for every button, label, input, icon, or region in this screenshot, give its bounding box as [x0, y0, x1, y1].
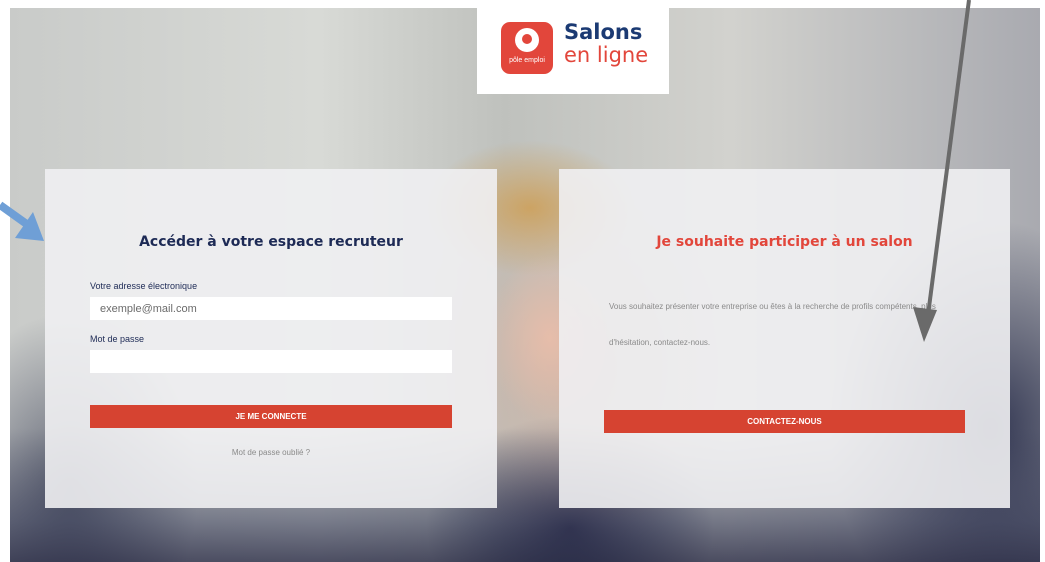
- gray-arrow-icon: [913, 0, 971, 342]
- annotation-arrows: [0, 0, 971, 342]
- blue-arrow-icon: [0, 201, 44, 241]
